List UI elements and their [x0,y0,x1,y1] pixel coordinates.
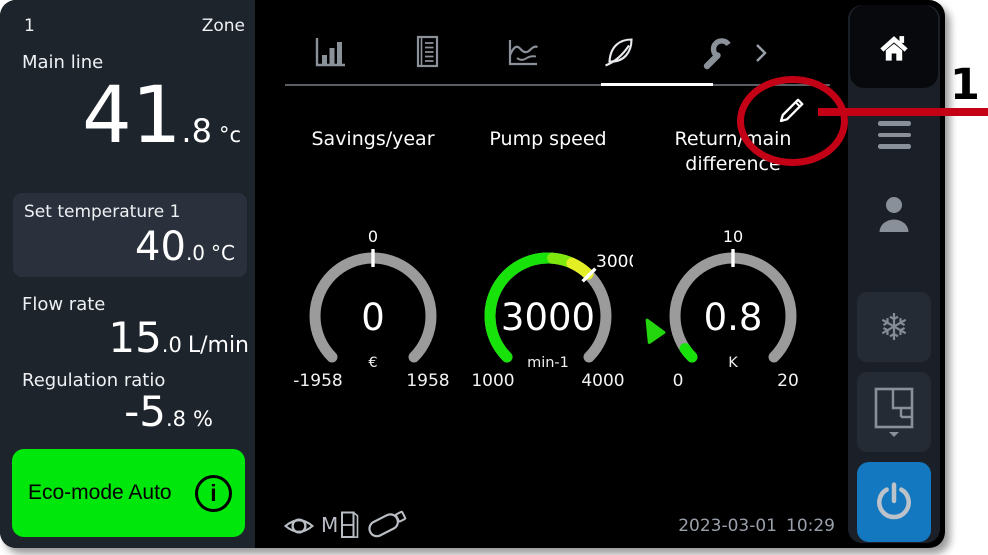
flow-rate-label: Flow rate [22,294,105,315]
chevron-right-icon[interactable] [754,42,768,64]
svg-text:1958: 1958 [406,371,449,391]
flow-rate-value: 15 .0 L/min [108,316,249,360]
status-date: 2023-03-01 [678,516,777,536]
svg-text:K: K [728,355,738,371]
home-button[interactable] [850,5,938,88]
gauge-return-main-difference: 10 0.8 K 0 20 [648,215,818,393]
usb-stick-icon [362,504,412,542]
zone-number: 1 [24,16,35,36]
regulation-ratio-value: -5 .8 % [124,390,213,434]
main-line-unit: °c [219,123,241,147]
set-temperature-label: Set temperature 1 [24,202,180,222]
set-temperature-control[interactable]: Set temperature 1 40 .0 °C [13,193,247,277]
gauge-pump-speed: 3000 3000 min-1 1000 4000 [463,215,633,393]
tab-bar-chart[interactable] [312,34,348,70]
svg-text:-1958: -1958 [293,371,342,391]
green-pointer-icon [642,316,668,346]
gauge-title-savings: Savings/year [288,127,458,152]
svg-text:0.8: 0.8 [704,296,763,339]
svg-text:0: 0 [368,227,378,246]
tab-report[interactable] [409,34,445,70]
svg-text:0: 0 [361,296,385,339]
home-icon [877,32,911,62]
eye-monitor-icon [283,512,323,540]
snowflake-icon: ❄ [878,306,909,349]
svg-text:3000: 3000 [596,252,633,272]
svg-text:1000: 1000 [471,371,514,391]
floorplan-zones-icon [872,386,916,438]
tab-leaf-eco[interactable] [601,34,637,70]
flow-rate-unit: L/min [188,333,249,358]
set-temperature-value: 40 .0 °C [135,226,235,268]
zone-summary-panel: 1 Zone Main line 41 .8 °c Set temperatur… [0,0,255,548]
zones-button[interactable] [857,372,931,452]
navigation-sidebar: ❄ [848,5,940,543]
menu-button[interactable] [848,109,940,161]
callout-number: 1 [950,60,980,110]
screenshot-root: { "annotation": { "label": "1" }, "left_… [0,0,988,555]
tab-divider [285,84,830,86]
datetime-status: 2023-03-01 10:29 [650,516,835,536]
gauge-savings-year: 0 0 € -1958 1958 [288,215,458,393]
module-icon [339,508,363,542]
gauge-title-pump-speed: Pump speed [463,127,633,152]
tab-trend-chart[interactable] [504,34,540,70]
eco-mode-button[interactable]: Eco-mode Auto i [12,449,245,537]
main-line-label: Main line [22,52,103,73]
tab-wrench-settings[interactable] [697,34,733,70]
power-button[interactable] [857,462,931,542]
eco-mode-label: Eco-mode Auto [28,481,172,505]
svg-text:4000: 4000 [581,371,624,391]
svg-text:20: 20 [777,371,799,391]
info-icon[interactable]: i [195,475,232,512]
svg-text:€: € [368,355,377,371]
power-icon [873,481,915,523]
mode-indicator-label: M [321,513,338,537]
svg-text:0: 0 [673,371,684,391]
main-line-value: 41 .8 °c [82,74,241,160]
user-icon [877,194,911,234]
set-temperature-unit: °C [211,241,235,265]
status-time: 10:29 [786,516,835,536]
zone-label: Zone [202,16,245,36]
svg-text:10: 10 [723,227,743,246]
user-button[interactable] [848,183,940,245]
defrost-button[interactable]: ❄ [857,292,931,362]
hamburger-menu-icon [878,121,911,126]
svg-text:3000: 3000 [501,296,595,339]
regulation-ratio-unit: % [193,407,213,431]
callout-circle [737,76,848,166]
svg-text:min-1: min-1 [527,355,569,371]
active-tab-underline [601,83,713,86]
